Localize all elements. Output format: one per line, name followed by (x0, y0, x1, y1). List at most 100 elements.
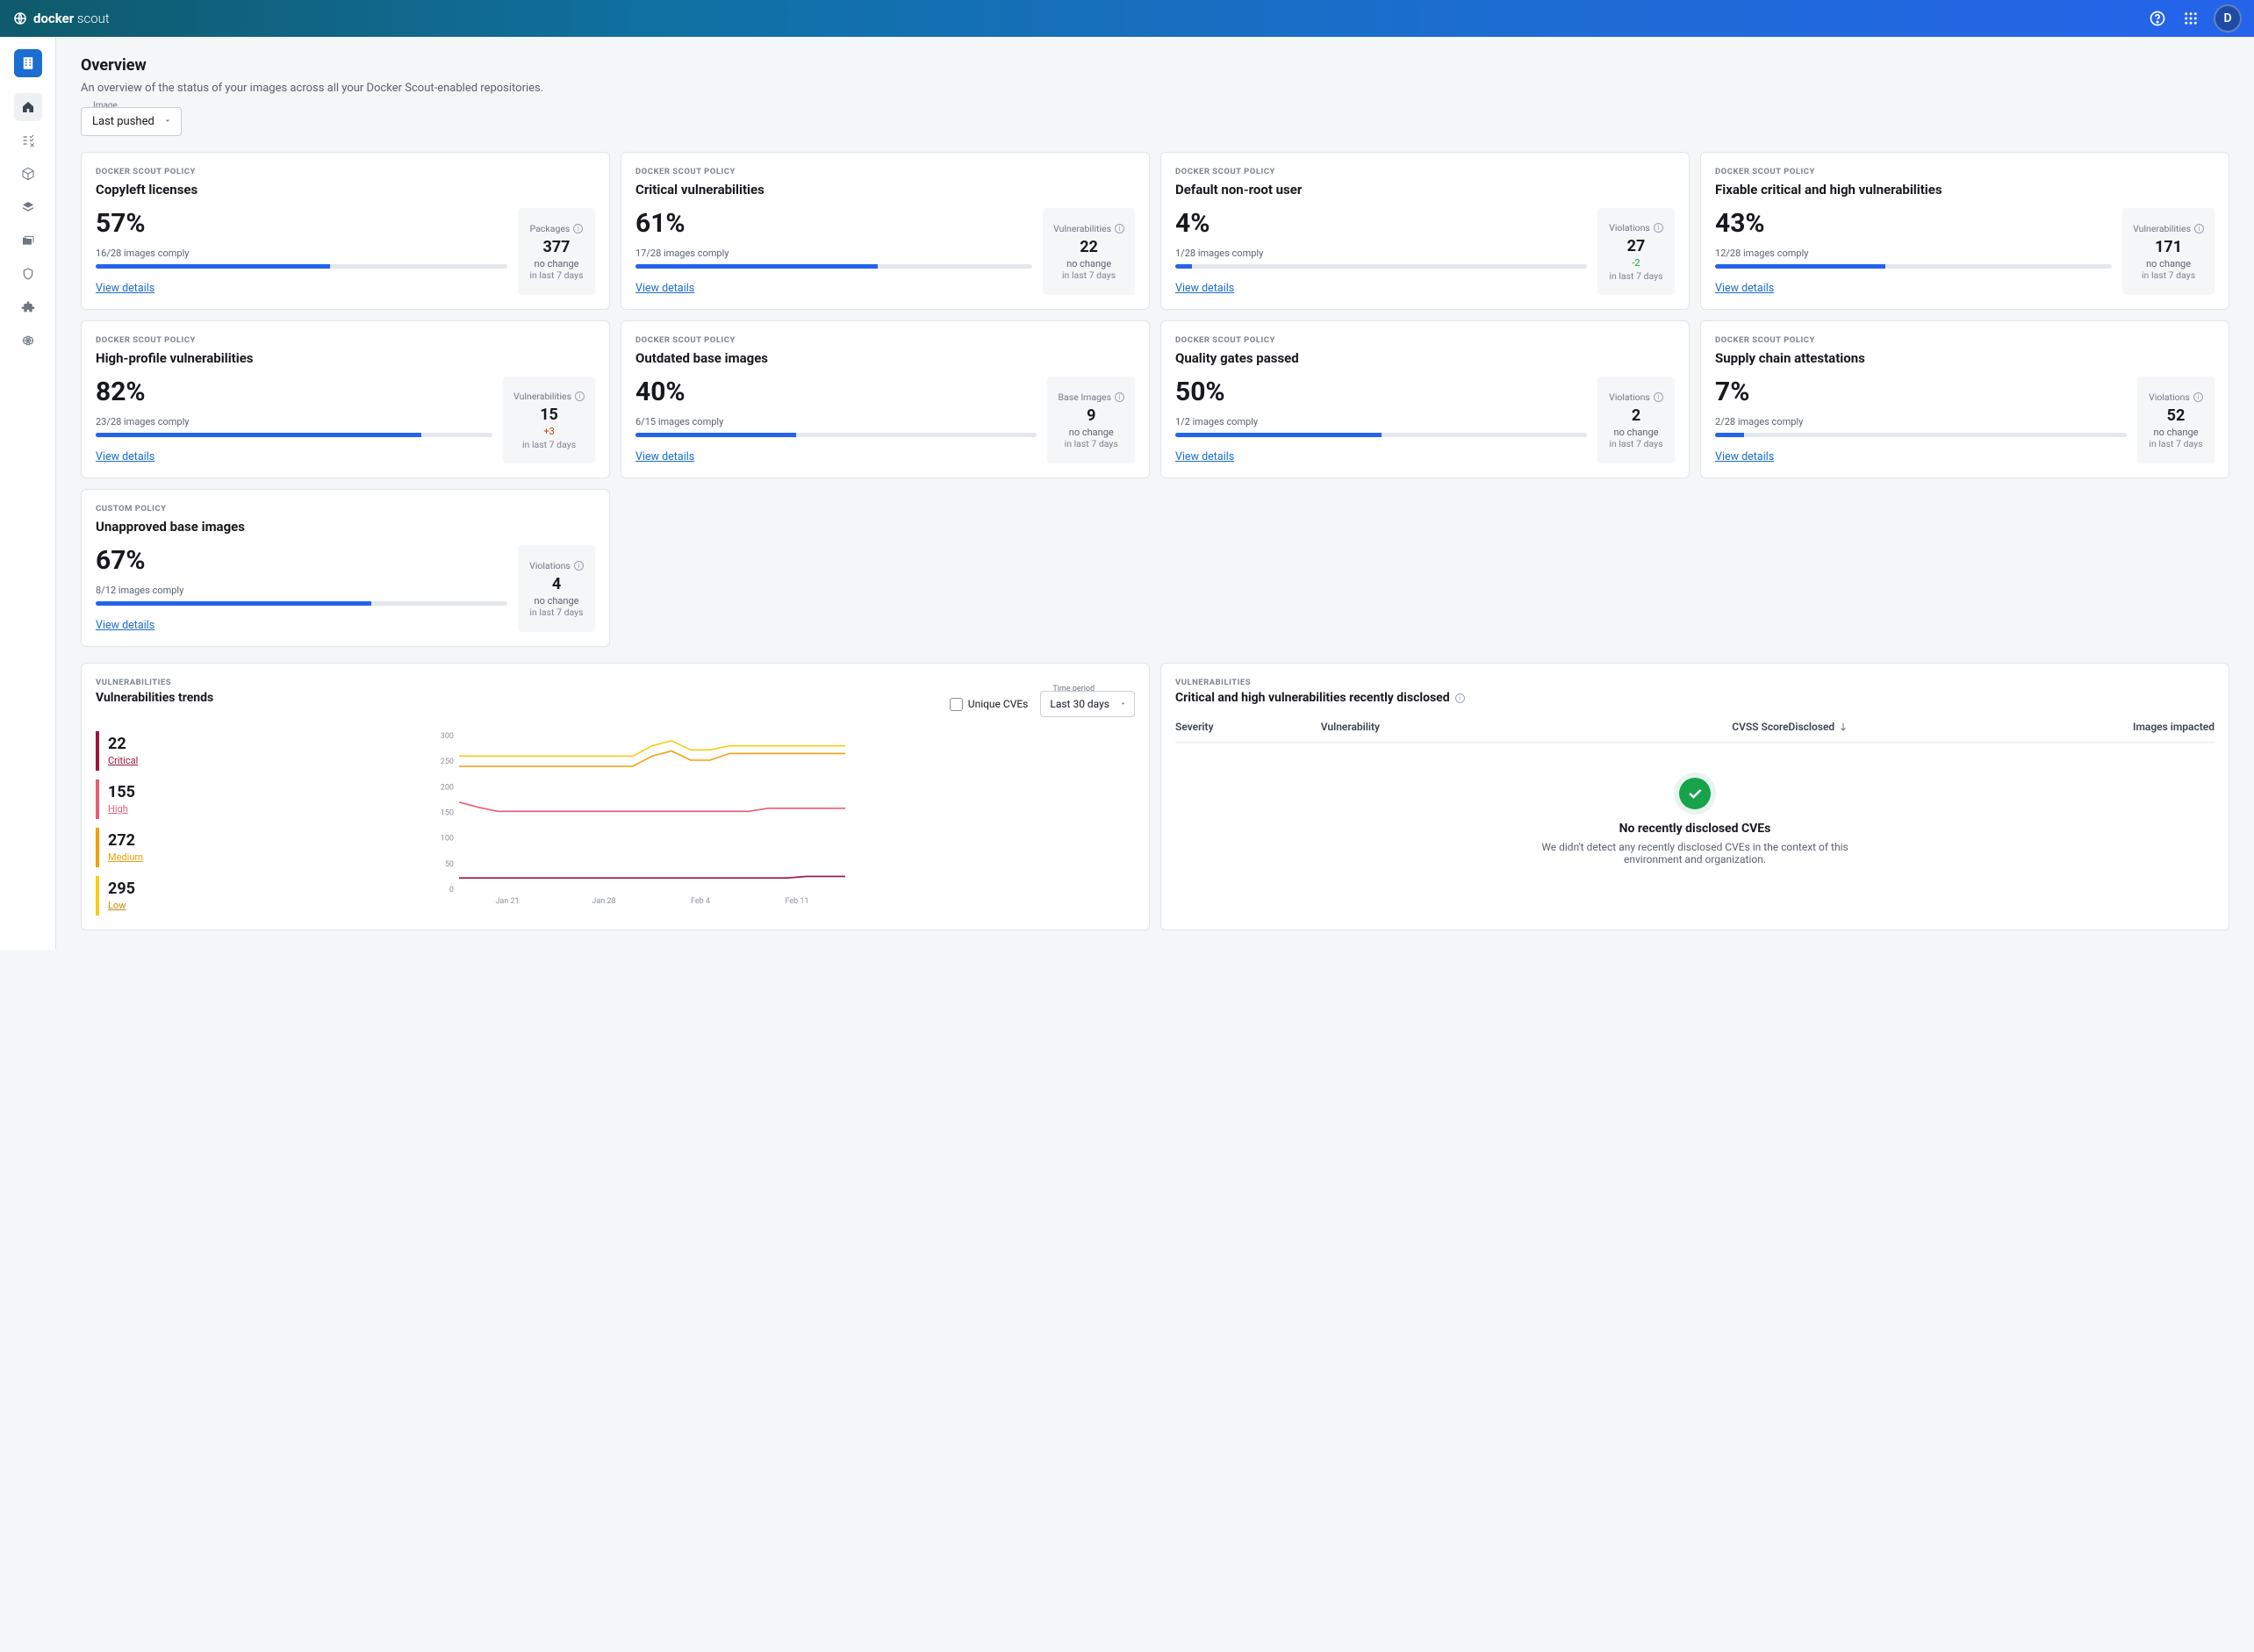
page-title: Overview (81, 56, 2229, 75)
col-severity[interactable]: Severity (1175, 721, 1321, 733)
metric-range: in last 7 days (2133, 269, 2204, 281)
info-icon[interactable]: i (1654, 223, 1663, 233)
policy-card: CUSTOM POLICY Unapproved base images 67%… (81, 489, 610, 647)
sidebar-item-images[interactable] (14, 160, 42, 188)
metric-change: no change (528, 258, 585, 269)
empty-description: We didn't detect any recently disclosed … (1537, 841, 1853, 866)
svg-text:0: 0 (449, 886, 454, 894)
view-details-link[interactable]: View details (96, 282, 154, 295)
severity-link[interactable]: Critical (108, 755, 138, 766)
metric-value: 22 (1053, 238, 1124, 256)
policy-card: DOCKER SCOUT POLICY Outdated base images… (621, 320, 1150, 478)
card-title: High-profile vulnerabilities (96, 350, 595, 366)
metric-change: no change (1058, 427, 1124, 438)
policy-card: DOCKER SCOUT POLICY High-profile vulnera… (81, 320, 610, 478)
progress-bar (96, 433, 492, 437)
progress-bar (1175, 264, 1587, 269)
metric-change: no change (528, 595, 585, 607)
sort-down-icon (1838, 722, 1848, 732)
severity-link[interactable]: High (108, 803, 128, 815)
image-filter[interactable]: Image Last pushed (81, 107, 182, 136)
check-circle-icon (1679, 778, 1711, 809)
col-images-impacted[interactable]: Images impacted (1965, 721, 2215, 733)
svg-text:Feb 11: Feb 11 (785, 897, 808, 906)
svg-text:300: 300 (441, 732, 454, 741)
unique-cves-checkbox[interactable]: Unique CVEs (950, 698, 1029, 711)
main-content: Overview An overview of the status of yo… (56, 37, 2254, 950)
view-details-link[interactable]: View details (635, 282, 694, 295)
info-icon[interactable]: i (1455, 693, 1465, 703)
metric-range: in last 7 days (528, 269, 585, 281)
building-icon (20, 55, 36, 71)
severity-link[interactable]: Medium (108, 851, 143, 863)
svg-text:Jan 21: Jan 21 (495, 897, 519, 906)
info-icon[interactable]: i (574, 561, 584, 571)
sidebar-item-policies[interactable] (14, 126, 42, 154)
card-comply-text: 2/28 images comply (1715, 416, 2127, 427)
info-icon[interactable]: i (2194, 224, 2204, 233)
info-icon[interactable]: i (1115, 392, 1124, 402)
card-eyebrow: DOCKER SCOUT POLICY (1715, 335, 2215, 345)
user-avatar[interactable]: D (2214, 4, 2242, 32)
brand-name-1: docker (33, 11, 74, 26)
time-period-select[interactable]: Time period Last 30 days (1040, 691, 1135, 717)
card-eyebrow: DOCKER SCOUT POLICY (96, 167, 595, 176)
col-vulnerability[interactable]: Vulnerability (1321, 721, 1612, 733)
disclosed-table-header: Severity Vulnerability CVSS Score Disclo… (1175, 712, 2215, 743)
view-details-link[interactable]: View details (1175, 450, 1234, 463)
policy-card: DOCKER SCOUT POLICY Critical vulnerabili… (621, 152, 1150, 310)
progress-bar (96, 601, 507, 606)
col-cvss[interactable]: CVSS Score (1612, 721, 1788, 733)
card-percent: 57% (96, 208, 507, 239)
sidebar-item-integrations[interactable] (14, 293, 42, 321)
card-comply-text: 1/2 images comply (1175, 416, 1587, 427)
svg-text:250: 250 (441, 758, 454, 766)
card-comply-text: 1/28 images comply (1175, 248, 1587, 259)
policy-card: DOCKER SCOUT POLICY Copyleft licenses 57… (81, 152, 610, 310)
card-metric-box: Base Images i 9 no change in last 7 days (1047, 377, 1135, 463)
brand-logo[interactable]: docker scout (12, 11, 110, 26)
view-details-link[interactable]: View details (1715, 282, 1774, 295)
apps-button[interactable] (2180, 8, 2201, 29)
help-button[interactable] (2147, 8, 2168, 29)
sidebar-item-vulnerabilities[interactable] (14, 260, 42, 288)
card-eyebrow: DOCKER SCOUT POLICY (635, 167, 1135, 176)
sidebar-item-home[interactable] (14, 93, 42, 121)
card-metric-box: Violations i 52 no change in last 7 days (2137, 377, 2215, 463)
policy-card: DOCKER SCOUT POLICY Default non-root use… (1160, 152, 1690, 310)
view-details-link[interactable]: View details (96, 619, 154, 632)
info-icon[interactable]: i (2193, 392, 2203, 402)
sidebar-item-layers[interactable] (14, 193, 42, 221)
severity-item: 155High (96, 779, 143, 819)
page-subtitle: An overview of the status of your images… (81, 82, 2229, 95)
card-eyebrow: DOCKER SCOUT POLICY (96, 335, 595, 345)
view-details-link[interactable]: View details (1715, 450, 1774, 463)
info-icon[interactable]: i (1115, 224, 1124, 233)
metric-value: 2 (1608, 406, 1664, 425)
info-icon[interactable]: i (573, 224, 583, 233)
view-details-link[interactable]: View details (96, 450, 154, 463)
severity-link[interactable]: Low (108, 900, 126, 911)
severity-count: 272 (108, 831, 143, 850)
view-details-link[interactable]: View details (1175, 282, 1234, 295)
cube-icon (21, 167, 35, 181)
sidebar-item-org[interactable] (14, 49, 42, 77)
metric-value: 171 (2133, 238, 2204, 256)
info-icon[interactable]: i (1654, 392, 1663, 402)
metric-range: in last 7 days (1053, 269, 1124, 281)
disclosed-title: Critical and high vulnerabilities recent… (1175, 691, 1450, 705)
metric-value: 27 (1608, 237, 1664, 255)
metric-value: 9 (1058, 406, 1124, 425)
metric-label: Packages i (528, 223, 585, 234)
policy-card: DOCKER SCOUT POLICY Fixable critical and… (1700, 152, 2229, 310)
sidebar-item-settings[interactable] (14, 327, 42, 355)
card-metric-box: Violations i 27 -2 in last 7 days (1597, 208, 1675, 295)
view-details-link[interactable]: View details (635, 450, 694, 463)
col-disclosed[interactable]: Disclosed (1789, 721, 1965, 733)
info-icon[interactable]: i (575, 391, 585, 401)
card-percent: 7% (1715, 377, 2127, 407)
card-percent: 43% (1715, 208, 2112, 239)
metric-range: in last 7 days (528, 607, 585, 618)
sidebar-item-repos[interactable] (14, 226, 42, 255)
card-comply-text: 23/28 images comply (96, 416, 492, 427)
